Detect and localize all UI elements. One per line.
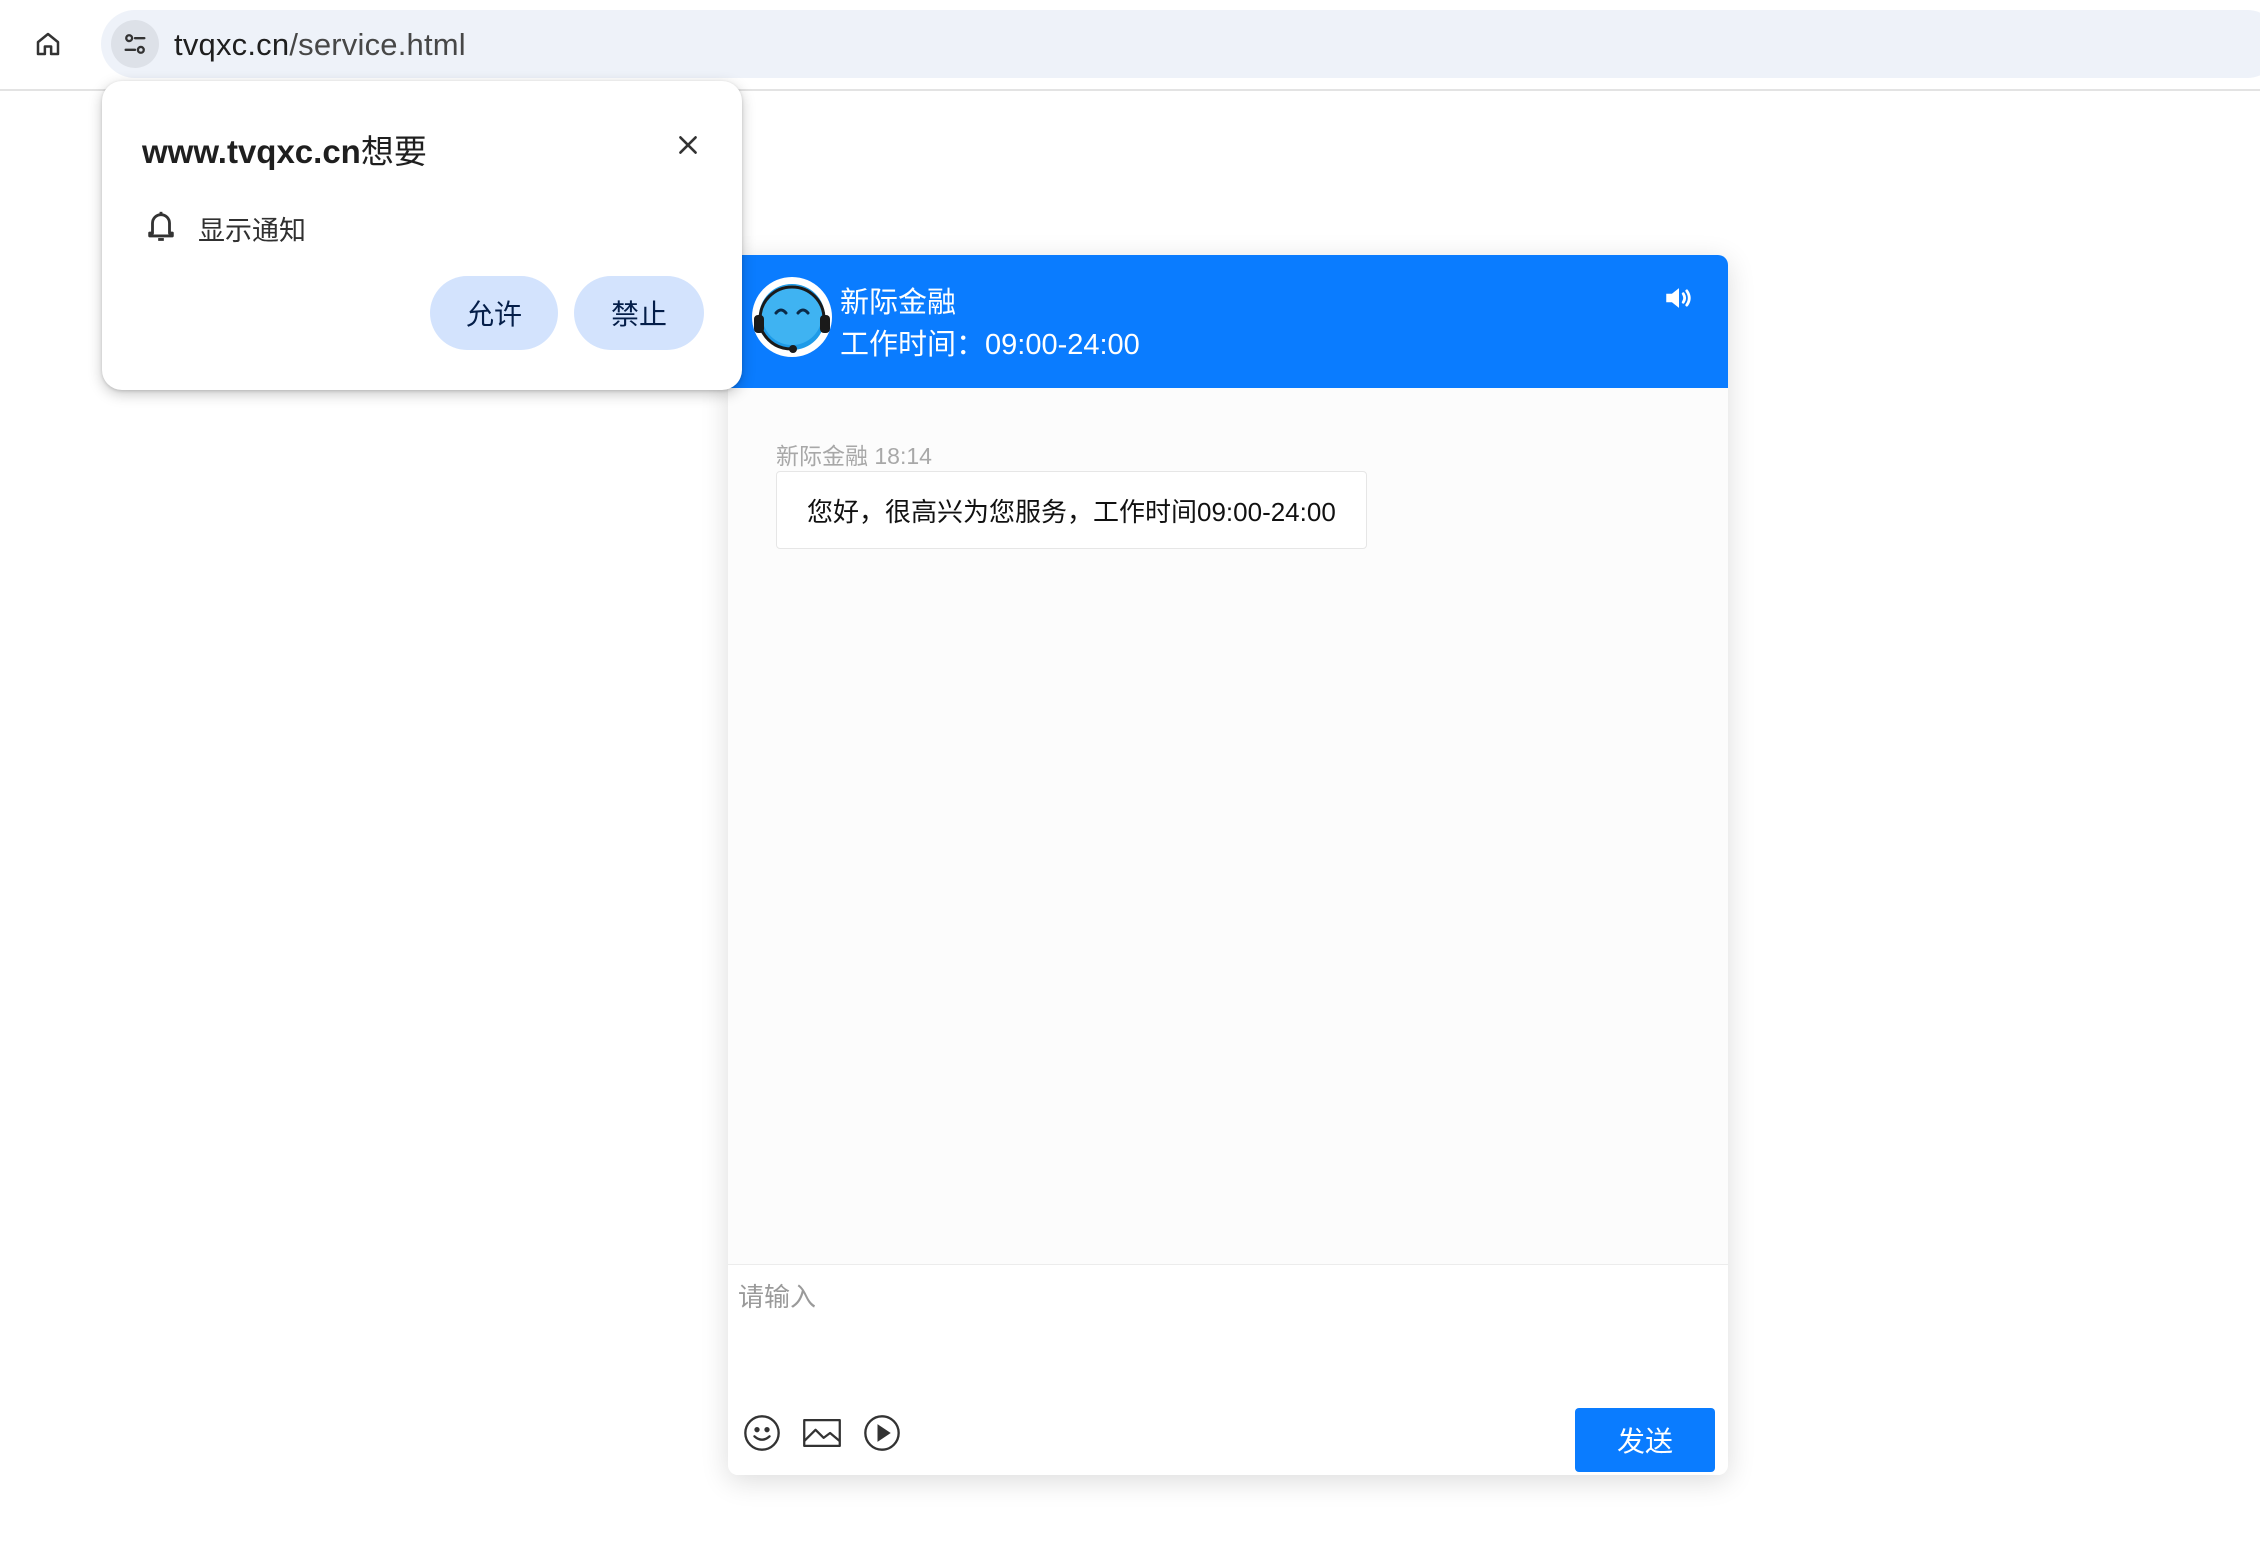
url-text[interactable]: tvqxc.cn/service.html (174, 27, 466, 63)
send-button[interactable]: 发送 (1575, 1408, 1715, 1472)
site-info-icon[interactable] (111, 20, 159, 68)
url-path: /service.html (289, 27, 466, 62)
message-bubble: 您好，很高兴为您服务，工作时间09:00-24:00 (776, 471, 1367, 549)
url-host: tvqxc.cn (174, 27, 290, 62)
message-meta: 新际金融 18:14 (776, 437, 932, 471)
speaker-icon[interactable] (1662, 281, 1698, 317)
customer-service-chat: 新际金融 工作时间：09:00-24:00 新际金融 18:14 您好，很高兴为… (728, 255, 1728, 1475)
message-time: 18:14 (874, 443, 932, 469)
message-sender: 新际金融 (776, 443, 868, 469)
permission-wants: 想要 (360, 133, 427, 170)
home-icon[interactable] (24, 20, 72, 68)
image-icon[interactable] (800, 1411, 844, 1455)
block-button[interactable]: 禁止 (574, 276, 704, 350)
video-icon[interactable] (860, 1411, 904, 1455)
notification-permission-popup: www.tvqxc.cn想要 显示通知 允许 禁止 (102, 81, 742, 390)
permission-site: www.tvqxc.cn (142, 133, 361, 170)
allow-button[interactable]: 允许 (430, 276, 558, 350)
emoji-icon[interactable] (740, 1411, 784, 1455)
agent-name: 新际金融 (840, 287, 957, 319)
message-input[interactable] (738, 1277, 1698, 1367)
permission-title: www.tvqxc.cn想要 (142, 125, 427, 173)
permission-label: 显示通知 (198, 216, 306, 246)
browser-toolbar: tvqxc.cn/service.html (0, 0, 2260, 91)
chat-header: 新际金融 工作时间：09:00-24:00 (728, 255, 1728, 388)
address-bar[interactable]: tvqxc.cn/service.html (101, 10, 2260, 78)
bell-icon (144, 207, 178, 245)
message-composer: 发送 (728, 1264, 1728, 1475)
agent-avatar (750, 275, 834, 359)
close-icon[interactable] (666, 123, 710, 167)
work-hours: 工作时间：09:00-24:00 (840, 329, 1140, 361)
